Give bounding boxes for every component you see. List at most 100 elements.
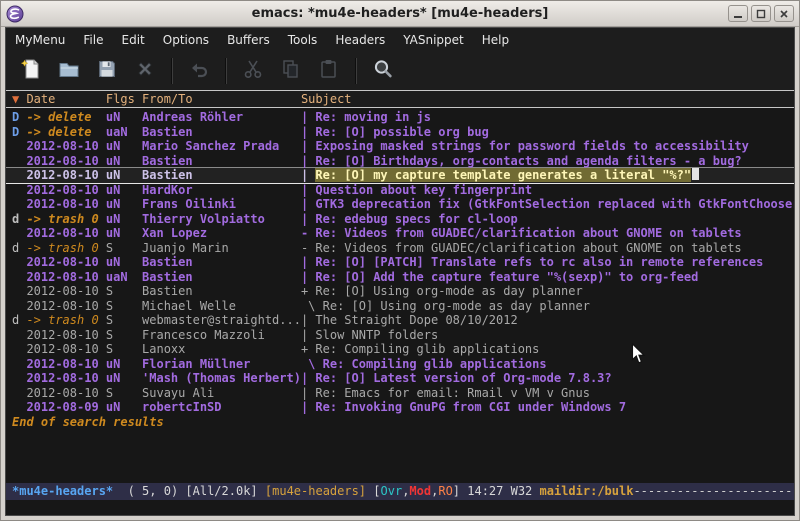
message-row[interactable]: 2012-08-10 S Bastien + Re: [O] Using org…	[6, 284, 794, 299]
message-flags: S	[106, 342, 142, 357]
message-date: 2012-08-10	[26, 342, 105, 357]
message-subject: - Re: Videos from GUADEC/clarification a…	[301, 241, 794, 256]
message-flags: uN	[106, 110, 142, 125]
message-flags: uaN	[106, 125, 142, 140]
menu-item-file[interactable]: File	[74, 30, 112, 50]
message-list: D -> delete uN Andreas Röhler | Re: movi…	[6, 110, 794, 415]
message-row[interactable]: d -> trash 0 uN Thierry Volpiatto | Re: …	[6, 212, 794, 227]
paste-button[interactable]	[313, 55, 345, 87]
message-row[interactable]: 2012-08-10 uN 'Mash (Thomas Herbert) | R…	[6, 371, 794, 386]
minimize-button[interactable]	[728, 5, 748, 22]
message-mark: d	[12, 313, 26, 328]
menu-item-yasnippet[interactable]: YASnippet	[394, 30, 473, 50]
message-from: Lanoxx	[142, 342, 301, 357]
message-row[interactable]: d -> trash 0 S Juanjo Marin - Re: Videos…	[6, 241, 794, 256]
message-row[interactable]: 2012-08-10 uN Bastien | Re: [O] Birthday…	[6, 154, 794, 169]
message-row[interactable]: D -> delete uN Andreas Röhler | Re: movi…	[6, 110, 794, 125]
message-subject: + Re: Compiling glib applications	[301, 342, 794, 357]
message-subject: | Exposing masked strings for password f…	[301, 139, 794, 154]
message-flags: uN	[106, 226, 142, 241]
title-bar: emacs: *mu4e-headers* [mu4e-headers]	[1, 1, 799, 27]
message-row[interactable]: 2012-08-10 S Michael Welle \ Re: [O] Usi…	[6, 299, 794, 314]
save-buffer-icon	[95, 57, 119, 84]
cut-button[interactable]	[237, 55, 269, 87]
message-from: Xan Lopez	[142, 226, 301, 241]
message-subject: + Re: [O] Using org-mode as day planner	[301, 284, 794, 299]
column-header-subject[interactable]: Subject	[301, 91, 352, 107]
modeline-segment-cyan: Ovr	[381, 484, 403, 498]
message-flags: uN	[106, 168, 142, 183]
modeline-segment-plain: [	[373, 484, 380, 498]
modeline-segment-ro: RO	[438, 484, 452, 498]
menu-item-buffers[interactable]: Buffers	[218, 30, 279, 50]
modeline-segment-buffer: *mu4e-headers*	[12, 484, 113, 498]
kill-buffer-icon	[133, 57, 157, 84]
save-buffer-button[interactable]	[91, 55, 123, 87]
message-row[interactable]: 2012-08-09 uN robertcInSD | Re: Invoking…	[6, 400, 794, 415]
message-subject: | Re: edebug specs for cl-loop	[301, 212, 794, 227]
column-header-from[interactable]: From/To	[142, 91, 301, 107]
column-header-date[interactable]: Date	[26, 91, 105, 107]
menu-item-mymenu[interactable]: MyMenu	[6, 30, 74, 50]
message-mark	[12, 154, 26, 169]
message-mark	[12, 270, 26, 285]
toolbar-separator	[225, 58, 227, 84]
modeline-segment-red: Mod	[409, 484, 431, 498]
message-from: Andreas Röhler	[142, 110, 301, 125]
message-subject: | GTK3 deprecation fix (GtkFontSelection…	[301, 197, 794, 212]
message-date: -> delete	[26, 110, 105, 125]
message-flags: uN	[106, 139, 142, 154]
emacs-window: emacs: *mu4e-headers* [mu4e-headers] MyM…	[0, 0, 800, 521]
kill-buffer-button[interactable]	[129, 55, 161, 87]
message-mark	[12, 342, 26, 357]
column-header-flags[interactable]: Flgs	[106, 91, 142, 107]
message-row[interactable]: 2012-08-10 S Lanoxx + Re: Compiling glib…	[6, 342, 794, 357]
message-row[interactable]: 2012-08-10 uN Bastien | Re: [O] my captu…	[6, 168, 794, 183]
message-mark: D	[12, 125, 26, 140]
message-date: 2012-08-09	[26, 400, 105, 415]
message-date: 2012-08-10	[26, 299, 105, 314]
message-flags: uN	[106, 183, 142, 198]
message-row[interactable]: 2012-08-10 uN Florian Müllner \ Re: Comp…	[6, 357, 794, 372]
message-flags: uN	[106, 197, 142, 212]
search-button[interactable]	[367, 55, 399, 87]
close-icon	[779, 9, 789, 19]
message-mark: D	[12, 110, 26, 125]
message-row[interactable]: 2012-08-10 uaN Bastien | Re: [O] Add the…	[6, 270, 794, 285]
message-from: Bastien	[142, 125, 301, 140]
message-row[interactable]: 2012-08-10 uN Mario Sanchez Prada | Expo…	[6, 139, 794, 154]
message-mark: d	[12, 241, 26, 256]
open-file-button[interactable]	[53, 55, 85, 87]
message-row[interactable]: 2012-08-10 uN HardKor | Question about k…	[6, 183, 794, 198]
message-row[interactable]: 2012-08-10 uN Xan Lopez - Re: Videos fro…	[6, 226, 794, 241]
new-file-button[interactable]	[15, 55, 47, 87]
message-row[interactable]: 2012-08-10 S Suvayu Ali | Re: Emacs for …	[6, 386, 794, 401]
end-of-results-text: End of search results	[6, 415, 794, 430]
message-date: -> trash 0	[26, 212, 105, 227]
message-row[interactable]: 2012-08-10 uN Frans Oilinki | GTK3 depre…	[6, 197, 794, 212]
message-row[interactable]: 2012-08-10 S Francesco Mazzoli | Slow NN…	[6, 328, 794, 343]
message-flags: uN	[106, 357, 142, 372]
menu-item-edit[interactable]: Edit	[113, 30, 154, 50]
message-mark	[12, 400, 26, 415]
message-date: -> trash 0	[26, 313, 105, 328]
menu-item-headers[interactable]: Headers	[326, 30, 394, 50]
menu-item-options[interactable]: Options	[154, 30, 218, 50]
undo-button[interactable]	[183, 55, 215, 87]
message-flags: uN	[106, 255, 142, 270]
copy-button[interactable]	[275, 55, 307, 87]
message-mark	[12, 371, 26, 386]
message-row[interactable]: D -> delete uaN Bastien | Re: [O] possib…	[6, 125, 794, 140]
message-date: -> trash 0	[26, 241, 105, 256]
close-button[interactable]	[774, 5, 794, 22]
emacs-frame: MyMenuFileEditOptionsBuffersToolsHeaders…	[5, 27, 795, 516]
message-row[interactable]: 2012-08-10 uN Bastien | Re: [O] [PATCH] …	[6, 255, 794, 270]
menu-item-tools[interactable]: Tools	[279, 30, 327, 50]
menu-item-help[interactable]: Help	[473, 30, 518, 50]
message-date: 2012-08-10	[26, 139, 105, 154]
menu-bar: MyMenuFileEditOptionsBuffersToolsHeaders…	[6, 28, 794, 51]
message-row[interactable]: d -> trash 0 S webmaster@straightd... | …	[6, 313, 794, 328]
search-icon	[371, 57, 395, 84]
maximize-button[interactable]	[751, 5, 771, 22]
modeline-segment-dashes: ----------------------------------------…	[633, 484, 794, 498]
